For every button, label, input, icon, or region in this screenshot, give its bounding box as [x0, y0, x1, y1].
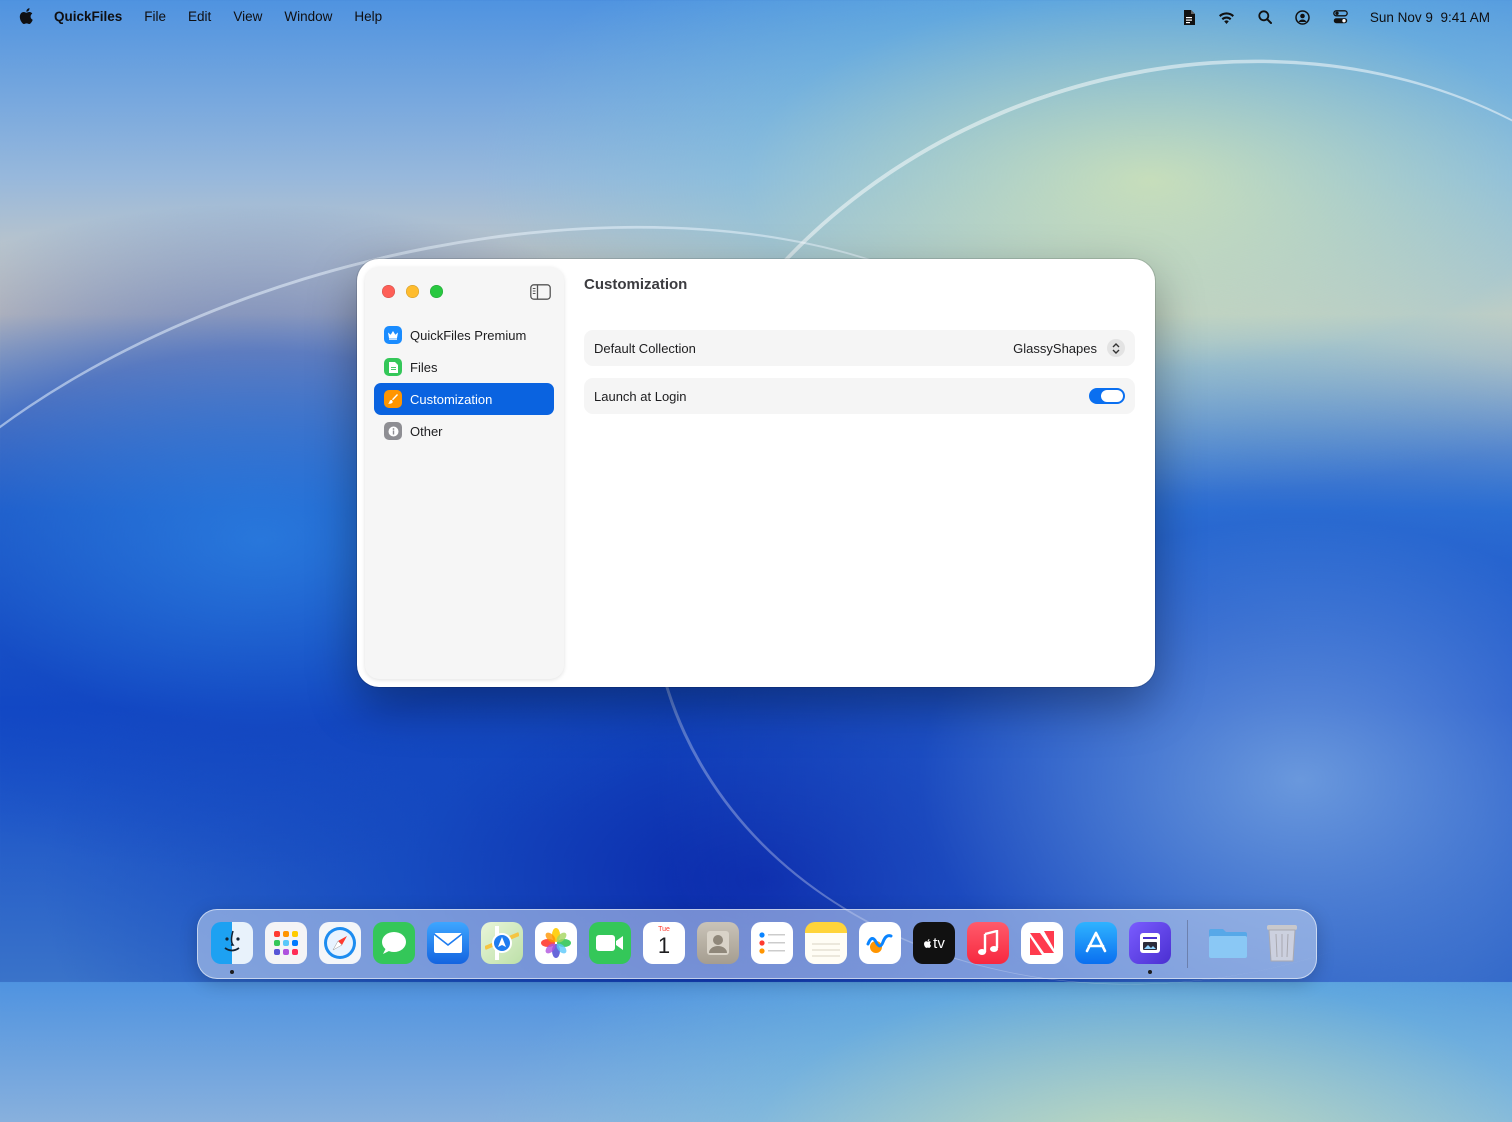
- page-title: Customization: [584, 276, 688, 293]
- notes-icon[interactable]: [805, 922, 847, 964]
- calendar-day: 1: [657, 933, 671, 958]
- running-indicator: [1148, 970, 1152, 974]
- sidebar-item-label: Other: [410, 423, 443, 439]
- mail-icon[interactable]: [427, 922, 469, 964]
- appletv-icon[interactable]: tv: [913, 922, 955, 964]
- music-icon[interactable]: [967, 922, 1009, 964]
- menu-help[interactable]: Help: [354, 9, 382, 24]
- dock-separator: [1187, 920, 1188, 968]
- safari-icon[interactable]: [319, 922, 361, 964]
- document-icon[interactable]: [1180, 8, 1198, 26]
- default-collection-popup[interactable]: GlassyShapes: [1013, 339, 1125, 357]
- sidebar-nav: QuickFiles Premium Files Customization O…: [374, 319, 554, 447]
- messages-icon[interactable]: [373, 922, 415, 964]
- photos-icon[interactable]: [535, 922, 577, 964]
- menu-app-name[interactable]: QuickFiles: [54, 9, 122, 24]
- contacts-icon[interactable]: [697, 922, 739, 964]
- running-indicator: [230, 970, 234, 974]
- menu-bar: QuickFiles File Edit View Window Help Su…: [0, 0, 1512, 34]
- settings-window: QuickFiles Premium Files Customization O…: [357, 259, 1155, 687]
- sidebar: QuickFiles Premium Files Customization O…: [365, 267, 564, 679]
- sidebar-item-other[interactable]: Other: [374, 415, 554, 447]
- sidebar-toggle-icon[interactable]: [530, 284, 551, 300]
- menu-file[interactable]: File: [144, 9, 166, 24]
- apple-logo-icon[interactable]: [18, 6, 36, 26]
- reminders-icon[interactable]: [751, 922, 793, 964]
- default-collection-label: Default Collection: [594, 340, 696, 356]
- info-icon: [384, 422, 402, 440]
- calendar-icon[interactable]: Tue 1: [643, 922, 685, 964]
- close-window-button[interactable]: [382, 285, 395, 298]
- default-collection-value: GlassyShapes: [1013, 340, 1097, 356]
- sidebar-item-label: Files: [410, 359, 438, 375]
- crown-icon: [384, 326, 402, 344]
- menu-window[interactable]: Window: [284, 9, 332, 24]
- folder-icon[interactable]: [1207, 922, 1249, 964]
- minimize-window-button[interactable]: [406, 285, 419, 298]
- news-icon[interactable]: [1021, 922, 1063, 964]
- sidebar-item-customization[interactable]: Customization: [374, 383, 554, 415]
- wifi-icon[interactable]: [1218, 8, 1236, 26]
- maps-icon[interactable]: [481, 922, 523, 964]
- freeform-icon[interactable]: [859, 922, 901, 964]
- finder-icon[interactable]: [211, 922, 253, 964]
- sidebar-item-files[interactable]: Files: [374, 351, 554, 383]
- content-pane: Customization Default Collection GlassyS…: [584, 259, 1155, 687]
- spotlight-search-icon[interactable]: [1256, 8, 1274, 26]
- launch-at-login-label: Launch at Login: [594, 388, 687, 404]
- launch-at-login-row: Launch at Login: [584, 378, 1135, 414]
- appstore-icon[interactable]: [1075, 922, 1117, 964]
- document-icon: [384, 358, 402, 376]
- menu-view[interactable]: View: [233, 9, 262, 24]
- facetime-icon[interactable]: [589, 922, 631, 964]
- quickfiles-icon[interactable]: [1129, 922, 1171, 964]
- menu-edit[interactable]: Edit: [188, 9, 211, 24]
- toggle-knob: [1101, 390, 1123, 402]
- launchpad-icon[interactable]: [265, 922, 307, 964]
- clock-time: 9:41 AM: [1440, 9, 1490, 25]
- sidebar-item-label: QuickFiles Premium: [410, 327, 527, 343]
- sidebar-item-label: Customization: [410, 391, 493, 407]
- menu-clock[interactable]: Sun Nov 9 9:41 AM: [1370, 10, 1490, 25]
- clock-date: Sun Nov 9: [1369, 9, 1433, 25]
- sidebar-item-quickfiles-premium[interactable]: QuickFiles Premium: [374, 319, 554, 351]
- control-center-icon[interactable]: [1332, 8, 1350, 26]
- dock: Tue 1 tv: [197, 909, 1317, 979]
- chevron-up-down-icon: [1107, 339, 1125, 357]
- trash-icon[interactable]: [1261, 922, 1303, 964]
- paintbrush-icon: [384, 390, 402, 408]
- appletv-label: tv: [933, 934, 945, 952]
- launch-at-login-toggle[interactable]: [1089, 388, 1125, 404]
- zoom-window-button[interactable]: [430, 285, 443, 298]
- user-account-icon[interactable]: [1294, 8, 1312, 26]
- default-collection-row: Default Collection GlassyShapes: [584, 330, 1135, 366]
- window-controls: [382, 285, 443, 298]
